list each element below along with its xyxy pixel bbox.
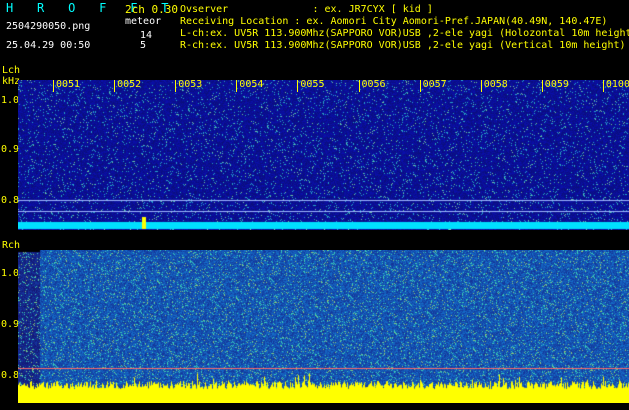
time-tick-mark (297, 80, 299, 92)
time-tick-mark (541, 80, 543, 92)
time-tick-0056: 0056 (361, 79, 386, 90)
time-tick-0054: 0054 (239, 79, 264, 90)
time-tick-0100: 0100 (605, 79, 629, 90)
time-tick-0057: 0057 (422, 79, 447, 90)
time-tick-0052: 0052 (117, 79, 142, 90)
time-tick-mark (53, 80, 54, 92)
time-tick-0058: 0058 (483, 79, 508, 90)
rch-spectrogram (18, 250, 629, 403)
lch-spectrogram (18, 80, 629, 230)
spectrogram-area (0, 0, 629, 410)
time-tick-0059: 0059 (544, 79, 569, 90)
time-tick-mark (602, 80, 604, 92)
time-tick-0053: 0053 (178, 79, 203, 90)
time-tick-mark (175, 80, 177, 92)
time-tick-mark (114, 80, 116, 92)
time-tick-mark (480, 80, 482, 92)
time-tick-mark (358, 80, 360, 92)
time-tick-0051: 0051 (56, 79, 81, 90)
time-tick-mark (419, 80, 421, 92)
time-tick-0055: 0055 (300, 79, 325, 90)
time-tick-mark (236, 80, 238, 92)
